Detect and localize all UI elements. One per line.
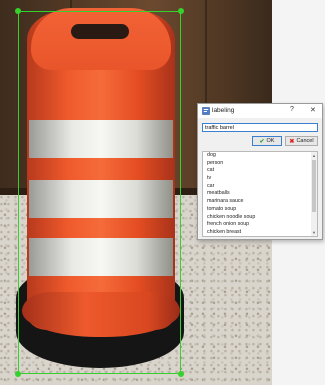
label-app-icon [202,107,210,115]
help-button[interactable]: ? [290,106,294,113]
cancel-button[interactable]: ✖ Cancel [285,136,318,146]
list-item[interactable]: car [203,183,317,191]
bounding-box[interactable] [18,11,181,374]
label-list[interactable]: dog person cat tv car meatballs marinara… [202,151,318,237]
scroll-down-icon[interactable]: ▼ [312,230,316,235]
list-item[interactable]: chicken noodle soup [203,214,317,222]
check-icon: ✔ [259,138,265,145]
list-item[interactable]: cat [203,167,317,175]
scroll-thumb[interactable] [312,160,316,212]
dialog-title: labeling [212,107,235,114]
ok-button[interactable]: ✔ OK [252,136,282,146]
list-item[interactable]: tv [203,175,317,183]
list-item[interactable]: meatballs [203,190,317,198]
list-item[interactable]: dog [203,152,317,160]
scroll-up-icon[interactable]: ▲ [312,153,316,158]
x-icon: ✖ [289,138,295,145]
label-input[interactable] [202,123,318,132]
bbox-corner-handle[interactable] [178,371,184,377]
list-item[interactable]: marinara sauce [203,198,317,206]
list-item[interactable]: french onion soup [203,221,317,229]
labeling-dialog: labeling ? ✕ ✔ OK ✖ Cancel dog person ca… [197,103,323,240]
list-item[interactable]: person [203,160,317,168]
close-button[interactable]: ✕ [310,106,316,114]
bbox-corner-handle[interactable] [15,371,21,377]
dialog-titlebar[interactable]: labeling ? ✕ [198,104,322,118]
bbox-corner-handle[interactable] [178,8,184,14]
bbox-corner-handle[interactable] [15,8,21,14]
list-item[interactable]: chicken breast [203,229,317,236]
list-scrollbar[interactable]: ▲ ▼ [311,152,317,236]
ok-label: OK [266,138,275,144]
cancel-label: Cancel [296,138,314,144]
list-item[interactable]: tomato soup [203,206,317,214]
